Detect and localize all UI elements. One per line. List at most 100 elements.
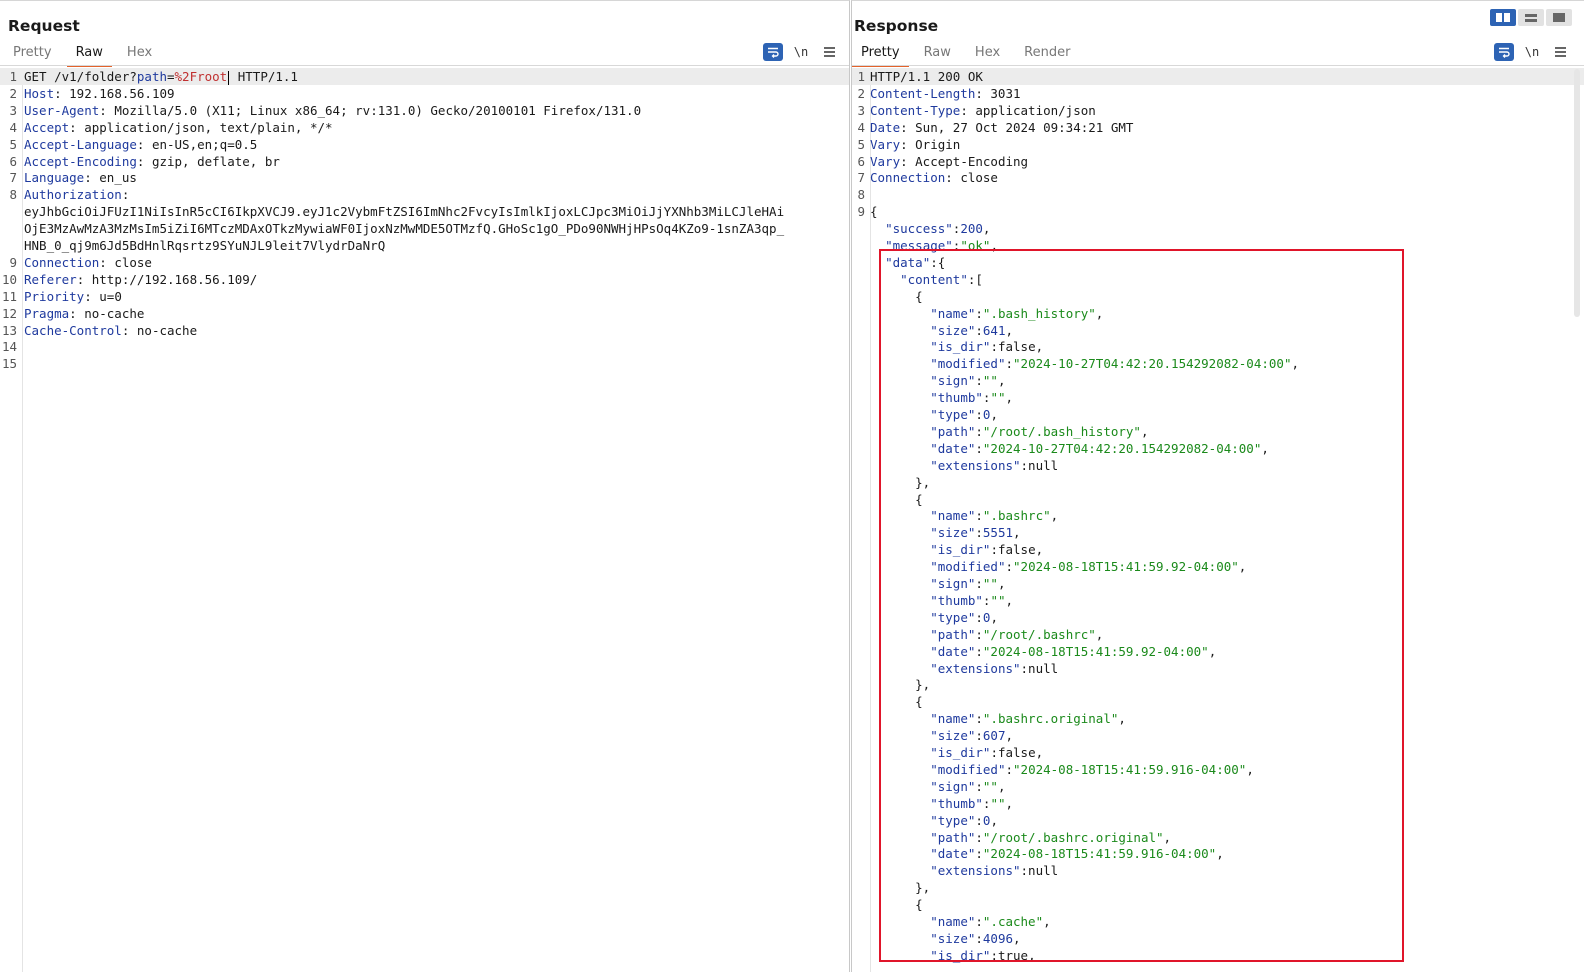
token: { bbox=[870, 897, 923, 913]
line-content: "is_dir":true, bbox=[870, 947, 1035, 964]
code-line: "name":".cache", bbox=[852, 913, 1584, 930]
tab-pretty[interactable]: Pretty bbox=[4, 43, 61, 65]
line-content: "size":641, bbox=[870, 322, 1013, 339]
line-content: "type":0, bbox=[870, 609, 998, 626]
token: Pragma bbox=[24, 305, 70, 321]
code-line: "path":"/root/.bash_history", bbox=[852, 423, 1584, 440]
response-editor[interactable]: 1 HTTP/1.1 200 OK 2 Content-Length: 3031 3 Co… bbox=[852, 68, 1584, 972]
stacked-icon[interactable] bbox=[1518, 9, 1544, 26]
request-editor[interactable]: 1 GET /v1/folder?path=%2Froot HTTP/1.1 2 Ho… bbox=[0, 68, 849, 972]
divider bbox=[0, 65, 849, 66]
token: 641 bbox=[982, 322, 1006, 338]
token: : bbox=[1005, 761, 1014, 777]
code-line: 2 Host: 192.168.56.109 bbox=[0, 85, 849, 102]
wrap-lines-icon[interactable] bbox=[1494, 43, 1514, 61]
line-content: }, bbox=[870, 879, 930, 896]
code-line: "name":".bashrc", bbox=[852, 507, 1584, 524]
line-content: Priority: u=0 bbox=[24, 288, 122, 305]
newline-toggle-button[interactable]: \n bbox=[1522, 43, 1542, 61]
response-tabs: Pretty Raw Hex Render bbox=[852, 43, 1085, 67]
line-content: Pragma: no-cache bbox=[24, 305, 144, 322]
tab-hex[interactable]: Hex bbox=[118, 43, 161, 65]
tab-pretty[interactable]: Pretty bbox=[852, 43, 909, 67]
token: "" bbox=[990, 592, 1006, 608]
token: , bbox=[982, 221, 991, 237]
scrollbar[interactable] bbox=[1574, 69, 1580, 317]
token: "type" bbox=[930, 812, 976, 828]
code-line: "sign":"", bbox=[852, 575, 1584, 592]
token: ".bashrc" bbox=[982, 508, 1051, 524]
token: , bbox=[1095, 305, 1104, 321]
code-line: }, bbox=[852, 879, 1584, 896]
line-number: 3 bbox=[9, 102, 17, 118]
line-content: "is_dir":false, bbox=[870, 541, 1043, 558]
token: : no-cache bbox=[69, 305, 145, 321]
line-content: Date: Sun, 27 Oct 2024 09:34:21 GMT bbox=[870, 119, 1133, 136]
token: Accept-Language bbox=[24, 136, 137, 152]
token: , bbox=[1163, 829, 1172, 845]
wrap-lines-icon[interactable] bbox=[763, 43, 783, 61]
code-line: "extensions":null bbox=[852, 660, 1584, 677]
line-content: "extensions":null bbox=[870, 457, 1058, 474]
line-number: 7 bbox=[9, 170, 17, 186]
token: , bbox=[1013, 930, 1021, 946]
token: "sign" bbox=[930, 373, 976, 389]
token: HTTP/1.1 bbox=[230, 69, 298, 84]
token: GET /v1/folder? bbox=[24, 69, 137, 84]
newline-toggle-button[interactable]: \n bbox=[791, 43, 811, 61]
token: , bbox=[990, 609, 998, 625]
token: , bbox=[1013, 525, 1021, 541]
tab-hex[interactable]: Hex bbox=[966, 43, 1009, 65]
token: : bbox=[975, 423, 983, 439]
line-number: 1 bbox=[9, 69, 17, 84]
token: { bbox=[870, 204, 878, 220]
code-line: "thumb":"", bbox=[852, 795, 1584, 812]
code-line: OjE3MzAwMzA3MzMsIm5iZiI6MTczMDAxOTkzMywi… bbox=[0, 220, 849, 237]
token: HTTP/1.1 200 OK bbox=[870, 69, 983, 84]
line-number: 4 bbox=[857, 119, 865, 135]
side-by-side-icon[interactable] bbox=[1490, 9, 1516, 26]
token: , bbox=[1095, 626, 1104, 642]
token: Date bbox=[870, 119, 901, 135]
code-line: "path":"/root/.bashrc", bbox=[852, 626, 1584, 643]
single-pane-icon[interactable] bbox=[1546, 9, 1572, 26]
code-line: "content":[ bbox=[852, 271, 1584, 288]
code-line: { bbox=[852, 288, 1584, 305]
line-content: "sign":"", bbox=[870, 778, 1005, 795]
token: Priority bbox=[24, 288, 85, 304]
tab-raw[interactable]: Raw bbox=[66, 43, 113, 67]
line-content: "path":"/root/.bashrc.original", bbox=[870, 829, 1171, 846]
token: Host bbox=[24, 85, 55, 101]
tab-raw[interactable]: Raw bbox=[915, 43, 960, 65]
request-toolbar: \n bbox=[755, 43, 839, 61]
line-content: "date":"2024-08-18T15:41:59.916-04:00", bbox=[870, 845, 1224, 862]
line-content: }, bbox=[870, 676, 930, 693]
hamburger-menu-icon[interactable] bbox=[1550, 43, 1570, 61]
line-content: "modified":"2024-08-18T15:41:59.92-04:00… bbox=[870, 558, 1246, 575]
token: "sign" bbox=[930, 778, 976, 794]
token: "size" bbox=[930, 930, 976, 946]
divider bbox=[852, 65, 1584, 66]
token: "name" bbox=[930, 508, 976, 524]
line-content: HTTP/1.1 200 OK bbox=[870, 68, 983, 85]
token: :null bbox=[1020, 660, 1059, 676]
tab-render[interactable]: Render bbox=[1015, 43, 1079, 65]
line-number: 2 bbox=[9, 85, 17, 101]
token: { bbox=[870, 491, 923, 507]
token: , bbox=[1261, 440, 1269, 456]
layout-switch bbox=[1488, 9, 1572, 26]
hamburger-menu-icon[interactable] bbox=[819, 43, 839, 61]
token: : bbox=[975, 711, 983, 727]
code-line: 3 Content-Type: application/json bbox=[852, 102, 1584, 119]
token: , bbox=[1043, 914, 1051, 929]
token: : bbox=[975, 643, 983, 659]
token: Content-Length bbox=[870, 85, 976, 101]
line-content: { bbox=[870, 491, 923, 508]
line-content: User-Agent: Mozilla/5.0 (X11; Linux x86_… bbox=[24, 102, 641, 119]
token: "size" bbox=[930, 728, 976, 744]
